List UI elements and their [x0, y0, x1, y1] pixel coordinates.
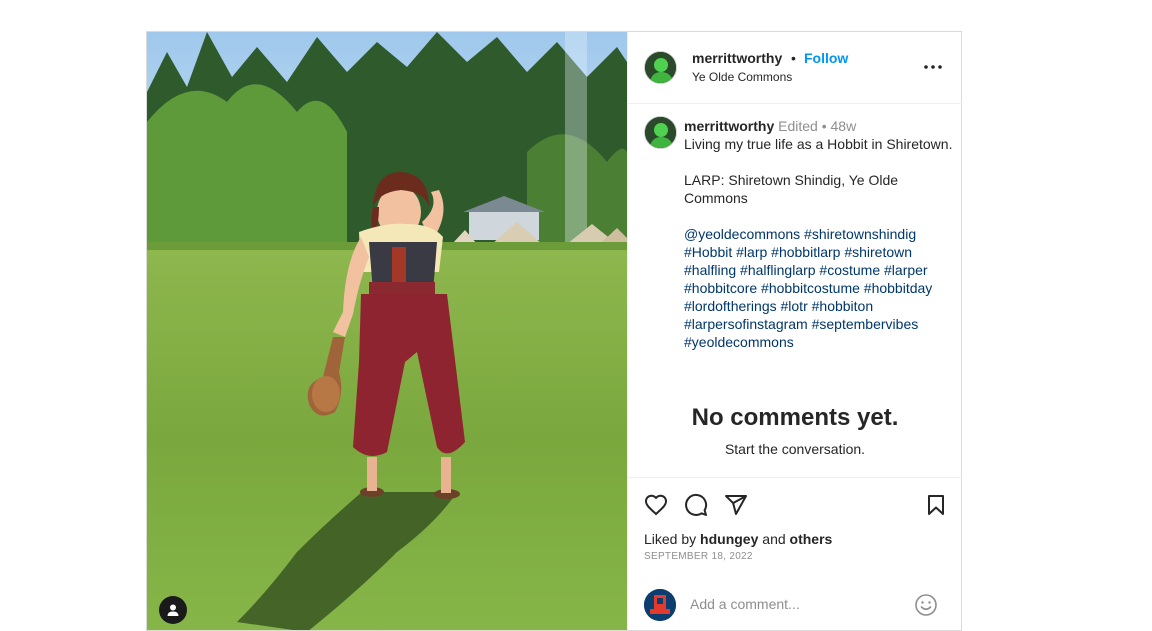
heart-icon[interactable]: [644, 493, 668, 522]
liked-prefix: Liked by: [644, 531, 697, 547]
caption-line-2: LARP: Shiretown Shindig, Ye Olde Commons: [684, 172, 899, 206]
caption-username[interactable]: merrittworthy: [684, 118, 774, 134]
post-date[interactable]: SEPTEMBER 18, 2022: [644, 551, 753, 562]
caption-line-1: Living my true life as a Hobbit in Shire…: [684, 136, 953, 152]
post-side-panel: merrittworthy • Follow Ye Olde Commons m…: [627, 32, 962, 630]
avatar[interactable]: [644, 589, 676, 621]
separator-dot: •: [821, 118, 827, 134]
caption-header: merrittworthy Edited • 48w: [684, 117, 954, 135]
avatar[interactable]: [644, 116, 677, 149]
user-tag-icon[interactable]: [159, 596, 187, 624]
avatar[interactable]: [644, 51, 677, 84]
follow-button[interactable]: Follow: [804, 50, 848, 66]
emoji-icon[interactable]: [914, 593, 938, 622]
comment-icon[interactable]: [684, 493, 708, 522]
separator-dot: •: [791, 50, 796, 66]
bookmark-icon[interactable]: [924, 493, 948, 522]
share-icon[interactable]: [724, 493, 748, 522]
post-age: 48w: [830, 118, 857, 134]
edited-label: Edited: [778, 118, 818, 134]
caption-hashtags[interactable]: @yeoldecommons #shiretownshindig #Hobbit…: [684, 225, 954, 351]
liked-and: and: [762, 531, 786, 547]
caption-block: merrittworthy Edited • 48w Living my tru…: [628, 104, 962, 409]
post-photo[interactable]: [147, 32, 627, 630]
action-bar: Liked by hdungey and others SEPTEMBER 18…: [628, 477, 962, 631]
post-username[interactable]: merrittworthy: [692, 50, 782, 66]
no-comments-title: No comments yet.: [691, 404, 899, 431]
liked-others-link[interactable]: others: [790, 531, 833, 547]
caption-text: merrittworthy Edited • 48w Living my tru…: [684, 117, 954, 351]
post-photo-image: [147, 32, 627, 630]
instagram-post: merrittworthy • Follow Ye Olde Commons m…: [146, 31, 962, 631]
liked-user-link[interactable]: hdungey: [700, 531, 758, 547]
no-comments-subtitle: Start the conversation.: [724, 441, 866, 457]
post-header: merrittworthy • Follow Ye Olde Commons: [628, 32, 962, 104]
more-horizontal-icon[interactable]: [922, 57, 944, 77]
liked-by: Liked by hdungey and others: [644, 531, 832, 547]
location-link[interactable]: Ye Olde Commons: [692, 70, 792, 84]
add-comment-row: [628, 586, 962, 626]
comment-input[interactable]: [688, 595, 892, 613]
